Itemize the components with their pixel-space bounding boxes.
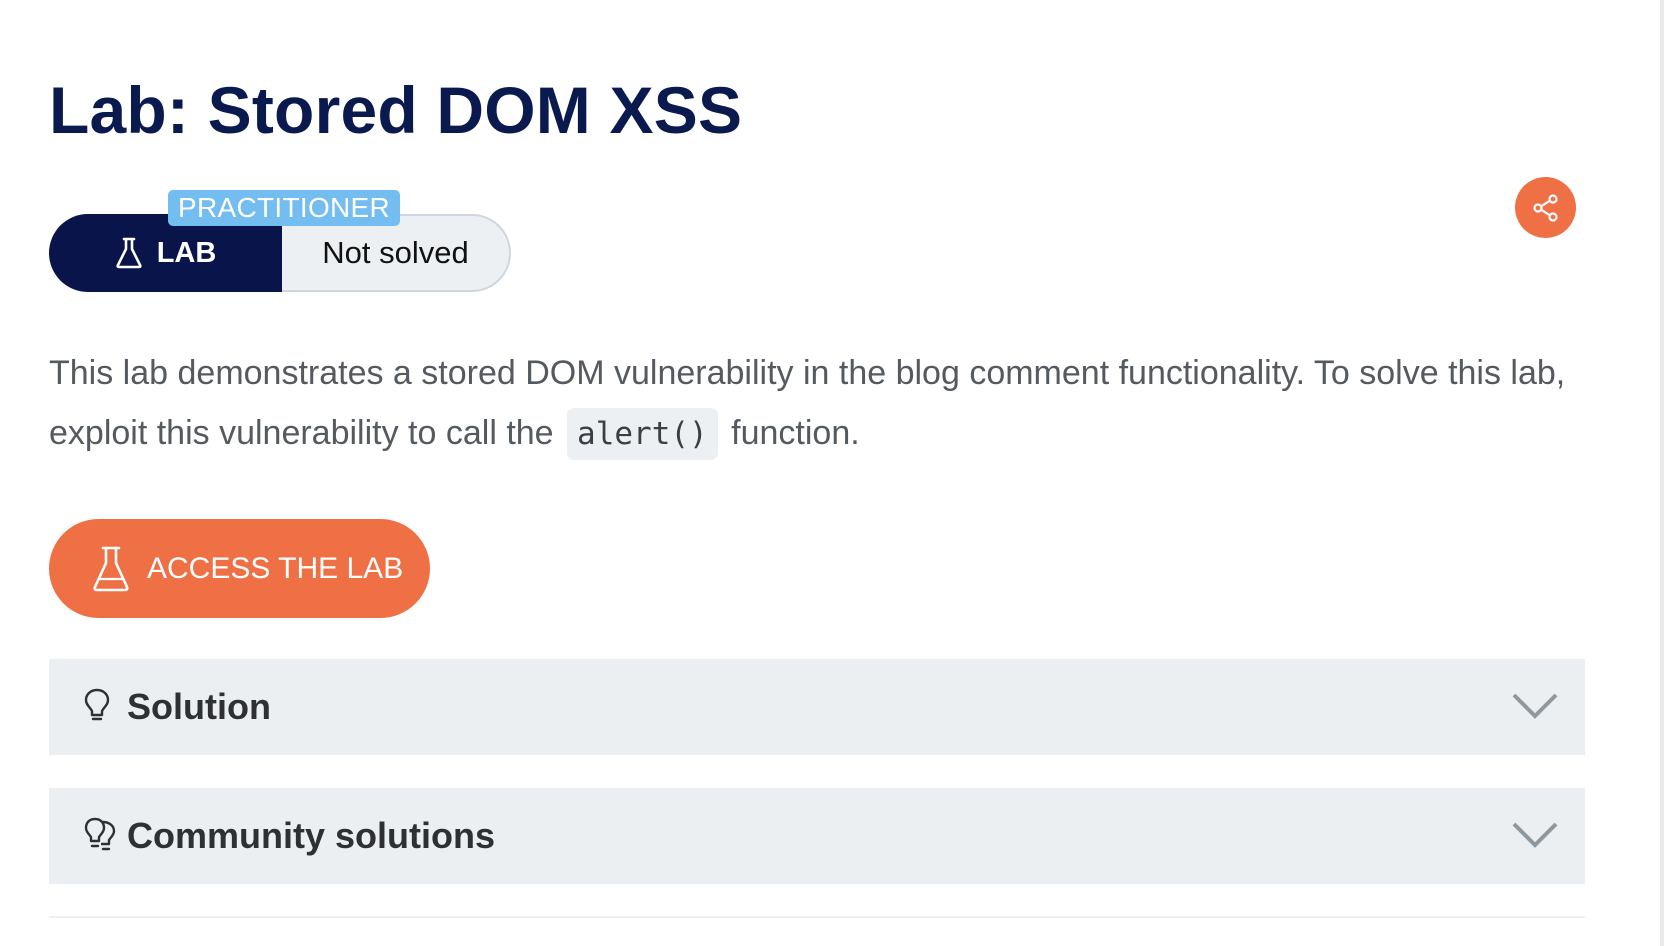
description-text-end: function. xyxy=(731,414,860,452)
flask-icon xyxy=(93,546,129,591)
community-solutions-label: Community solutions xyxy=(127,815,495,856)
double-lightbulb-icon xyxy=(84,817,116,851)
chevron-down-icon xyxy=(1512,822,1558,848)
code-snippet: alert() xyxy=(567,408,718,460)
lab-description: This lab demonstrates a stored DOM vulne… xyxy=(49,343,1579,464)
lab-type-label: LAB xyxy=(156,236,217,269)
solution-accordion[interactable]: Solution xyxy=(49,659,1585,755)
share-button[interactable] xyxy=(1515,177,1576,238)
chevron-down-icon xyxy=(1512,693,1558,719)
page-title: Lab: Stored DOM XSS xyxy=(49,73,743,147)
access-lab-button[interactable]: ACCESS THE LAB xyxy=(49,519,430,618)
solved-status: Not solved xyxy=(322,235,469,270)
section-divider xyxy=(49,916,1585,918)
access-lab-label: ACCESS THE LAB xyxy=(147,551,404,585)
solution-label: Solution xyxy=(127,686,271,727)
share-icon xyxy=(1532,193,1558,222)
lightbulb-icon xyxy=(84,688,110,721)
community-solutions-accordion[interactable]: Community solutions xyxy=(49,788,1585,884)
flask-icon xyxy=(116,237,142,269)
scrollbar-track[interactable] xyxy=(1660,0,1664,946)
level-badge: PRACTITIONER xyxy=(168,190,401,226)
lab-page: Lab: Stored DOM XSS LAB Not solved PRACT… xyxy=(0,0,1664,946)
